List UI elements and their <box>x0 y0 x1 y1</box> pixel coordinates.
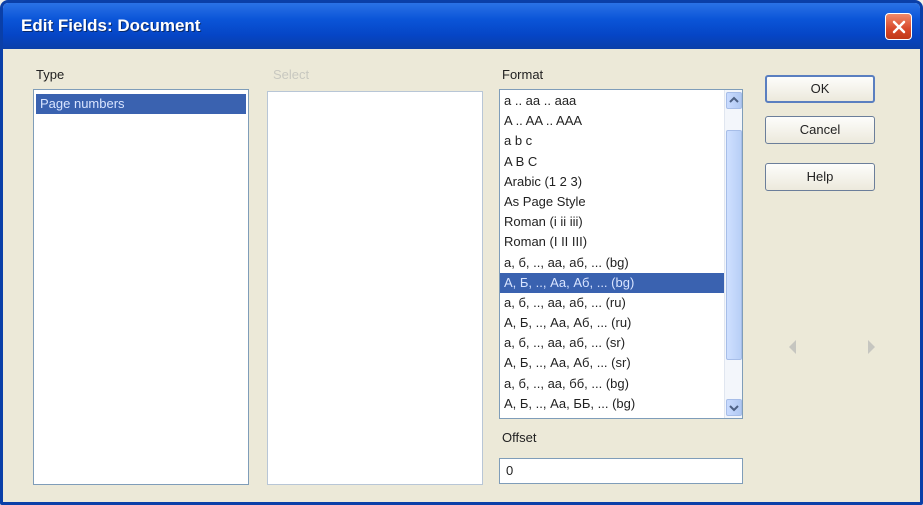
format-item[interactable]: a .. aa .. aaa <box>500 91 724 111</box>
format-item[interactable]: А, Б, .., Аа, Аб, ... (sr) <box>500 353 724 373</box>
close-button[interactable] <box>885 13 912 40</box>
format-item[interactable]: А, Б, .., Аа, ББ, ... (bg) <box>500 394 724 414</box>
offset-input[interactable]: 0 <box>499 458 743 484</box>
format-item[interactable]: а, б, .., аа, аб, ... (sr) <box>500 333 724 353</box>
format-item[interactable]: а, б, .., аа, бб, ... (bg) <box>500 374 724 394</box>
format-item[interactable]: А, Б, .., Аа, Аб, ... (bg) <box>500 272 724 293</box>
format-item[interactable]: Roman (i ii iii) <box>500 212 724 232</box>
arrow-left-icon <box>789 340 796 354</box>
format-listbox[interactable]: a .. aa .. aaa A .. AA .. AAA a b cA B C Ar… <box>499 89 743 419</box>
ok-button[interactable]: OK <box>765 75 875 103</box>
select-listbox[interactable] <box>267 91 483 485</box>
scroll-up-button[interactable] <box>726 92 742 109</box>
type-item-page-numbers[interactable]: Page numbers <box>36 94 246 114</box>
type-label: Type <box>36 67 65 82</box>
format-label: Format <box>502 67 544 82</box>
format-item[interactable]: А, Б, .., Аа, Аб, ... (ru) <box>500 313 724 333</box>
chevron-down-icon <box>729 405 739 412</box>
help-button[interactable]: Help <box>765 163 875 191</box>
previous-button[interactable] <box>783 335 803 359</box>
scroll-thumb[interactable] <box>726 130 742 360</box>
format-item[interactable]: A .. AA .. AAA <box>500 111 724 131</box>
cancel-button[interactable]: Cancel <box>765 116 875 144</box>
type-listbox[interactable]: Page numbers <box>33 89 249 485</box>
select-label: Select <box>273 67 310 82</box>
format-item[interactable]: As Page Style <box>500 192 724 212</box>
window-title: Edit Fields: Document <box>21 16 201 35</box>
format-item[interactable]: а, б, .., аа, аб, ... (ru) <box>500 293 724 313</box>
format-item[interactable]: A B C <box>500 152 724 172</box>
format-item[interactable]: a b c <box>500 131 724 151</box>
edit-fields-dialog: Edit Fields: Document Type Page numbers … <box>0 0 923 505</box>
format-scrollbar[interactable] <box>724 90 742 418</box>
title-bar: Edit Fields: Document <box>3 3 920 49</box>
format-list: a .. aa .. aaa A .. AA .. AAA a b cA B C Ar… <box>500 90 724 418</box>
next-button[interactable] <box>861 335 881 359</box>
chevron-up-icon <box>729 96 739 103</box>
format-item[interactable]: Roman (I II III) <box>500 232 724 252</box>
arrow-right-icon <box>868 340 875 354</box>
offset-label: Offset <box>502 430 537 445</box>
scroll-down-button[interactable] <box>726 399 742 416</box>
format-item[interactable]: а, б, .., аа, аб, ... (bg) <box>500 253 724 273</box>
close-icon <box>892 20 906 34</box>
format-item[interactable]: Arabic (1 2 3) <box>500 172 724 192</box>
